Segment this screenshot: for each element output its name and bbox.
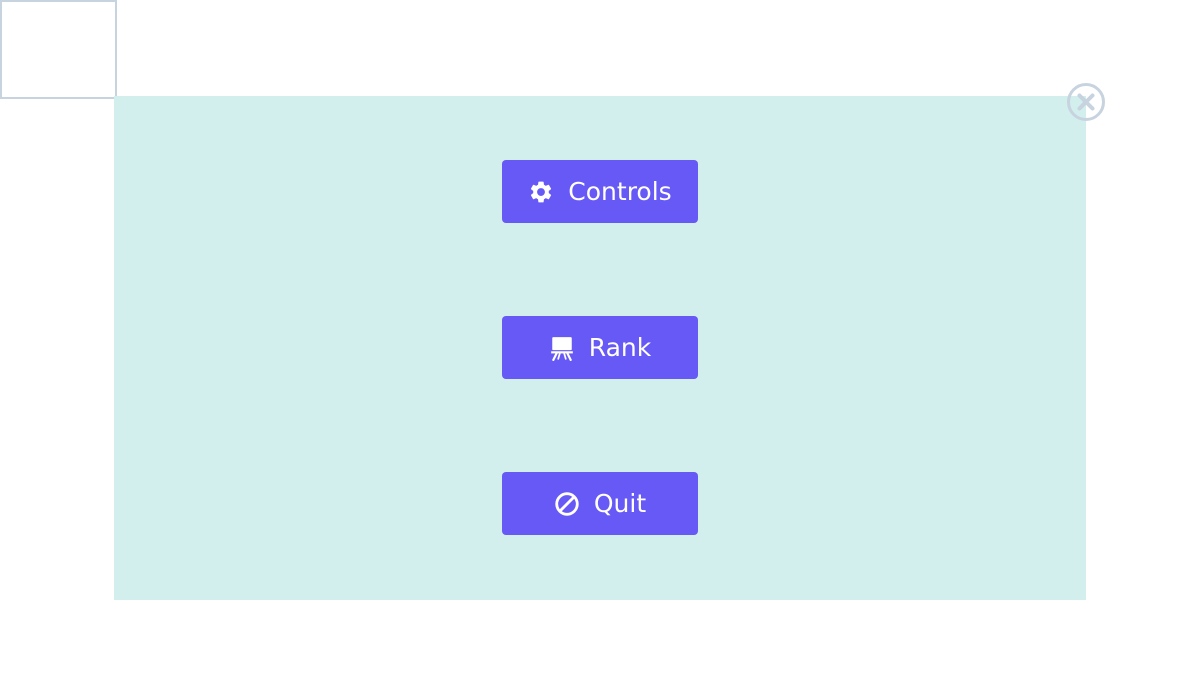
corner-placeholder-box (0, 0, 117, 99)
easel-icon (549, 335, 575, 361)
gear-icon (528, 179, 554, 205)
close-circle-icon (1066, 82, 1106, 122)
rank-button-label: Rank (588, 333, 652, 362)
rank-button[interactable]: Rank (502, 316, 698, 379)
close-button[interactable] (1066, 82, 1106, 122)
game-menu-screen: Controls Rank Quit (0, 0, 1200, 696)
controls-button[interactable]: Controls (502, 160, 698, 223)
quit-button-label: Quit (593, 489, 647, 518)
quit-button[interactable]: Quit (502, 472, 698, 535)
controls-button-label: Controls (568, 177, 672, 206)
ban-icon (554, 491, 580, 517)
